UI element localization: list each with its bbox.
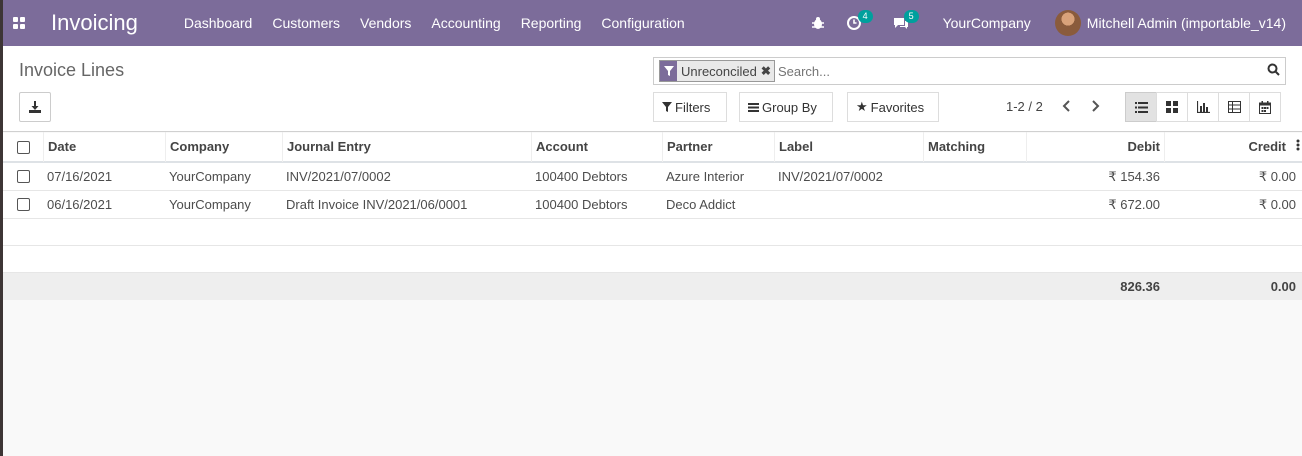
search-bar: Unreconciled ✖ <box>653 57 1286 85</box>
export-download-button[interactable] <box>19 92 51 122</box>
top-navbar: Invoicing Dashboard Customers Vendors Ac… <box>3 0 1302 46</box>
column-header-credit: Credit <box>1164 132 1300 162</box>
activity-count-badge: 4 <box>857 10 873 23</box>
menu-accounting[interactable]: Accounting <box>431 15 500 31</box>
menu-configuration[interactable]: Configuration <box>601 15 684 31</box>
favorites-button[interactable]: ★ Favorites <box>847 92 939 122</box>
row-checkbox[interactable] <box>16 198 30 211</box>
favorites-label: Favorites <box>870 99 925 115</box>
cell-date: 06/16/2021 <box>47 197 113 212</box>
kanban-view-button[interactable] <box>1156 92 1188 122</box>
group-by-label: Group By <box>762 99 817 115</box>
search-facet-unreconciled[interactable]: Unreconciled ✖ <box>659 60 775 82</box>
filters-button[interactable]: Filters <box>653 92 727 122</box>
total-debit: 826.36 <box>1120 279 1160 294</box>
activity-clock-icon[interactable]: 4 <box>846 10 873 30</box>
table-row[interactable]: 06/16/2021 YourCompany Draft Invoice INV… <box>3 191 1302 219</box>
debug-bug-icon[interactable] <box>811 16 825 30</box>
column-header-label[interactable]: Label <box>774 132 923 162</box>
user-avatar[interactable] <box>1054 10 1081 36</box>
column-header-account[interactable]: Account <box>531 132 662 162</box>
optional-columns-icon[interactable] <box>1296 132 1300 162</box>
cell-credit: ₹ 0.00 <box>1258 168 1296 184</box>
app-title[interactable]: Invoicing <box>51 10 138 36</box>
empty-row <box>3 219 1302 246</box>
column-header-matching[interactable]: Matching <box>923 132 1026 162</box>
filters-label: Filters <box>675 99 711 115</box>
menu-customers[interactable]: Customers <box>272 15 340 31</box>
group-by-button[interactable]: Group By <box>739 92 833 122</box>
row-checkbox[interactable] <box>16 170 30 183</box>
invoice-lines-table: Date Company Journal Entry Account Partn… <box>3 132 1302 300</box>
calendar-icon <box>1259 100 1271 114</box>
control-panel: Invoice Lines Unreconciled ✖ Filters Gro… <box>3 46 1302 132</box>
list-view-button[interactable] <box>1125 92 1157 122</box>
column-header-partner[interactable]: Partner <box>662 132 774 162</box>
calendar-view-button[interactable] <box>1249 92 1281 122</box>
cell-date: 07/16/2021 <box>47 169 113 184</box>
search-icon[interactable] <box>1267 63 1280 79</box>
menu-dashboard[interactable]: Dashboard <box>184 15 253 31</box>
filter-icon <box>662 102 672 112</box>
window-edge <box>0 0 3 456</box>
message-count-badge: 5 <box>903 10 919 23</box>
column-header-journal-entry[interactable]: Journal Entry <box>282 132 531 162</box>
column-header-debit[interactable]: Debit <box>1026 132 1164 162</box>
cell-debit: ₹ 672.00 <box>1108 196 1160 212</box>
empty-row <box>3 246 1302 273</box>
page-title: Invoice Lines <box>19 60 125 80</box>
column-header-date[interactable]: Date <box>43 132 165 162</box>
search-input[interactable] <box>777 63 1248 79</box>
kanban-icon <box>1166 101 1178 113</box>
cell-partner: Azure Interior <box>666 169 745 184</box>
cell-company: YourCompany <box>169 169 251 184</box>
company-switcher[interactable]: YourCompany <box>943 15 1031 31</box>
cell-label: INV/2021/07/0002 <box>778 169 883 184</box>
user-menu[interactable]: Mitchell Admin (importable_v14) <box>1087 15 1286 31</box>
cell-partner: Deco Addict <box>666 197 736 212</box>
systray: 4 5 YourCompany Mitchell Admin (importab… <box>811 0 1302 46</box>
select-all-cell <box>3 132 43 162</box>
table-row[interactable]: 07/16/2021 YourCompany INV/2021/07/0002 … <box>3 163 1302 191</box>
cell-journal-entry: INV/2021/07/0002 <box>286 169 391 184</box>
pager-previous-icon[interactable] <box>1062 99 1072 115</box>
cell-account: 100400 Debtors <box>535 197 628 212</box>
facet-label: Unreconciled <box>681 63 757 79</box>
bars-icon <box>748 103 759 112</box>
table-header: Date Company Journal Entry Account Partn… <box>3 132 1302 163</box>
cell-account: 100400 Debtors <box>535 169 628 184</box>
list-icon <box>1134 101 1148 113</box>
pivot-view-button[interactable] <box>1218 92 1250 122</box>
cell-company: YourCompany <box>169 197 251 212</box>
messages-chat-icon[interactable]: 5 <box>893 10 919 30</box>
cell-journal-entry: Draft Invoice INV/2021/06/0001 <box>286 197 468 212</box>
view-switcher <box>1125 92 1281 122</box>
pager-next-icon[interactable] <box>1090 99 1100 115</box>
download-icon <box>29 101 41 113</box>
graph-view-button[interactable] <box>1187 92 1219 122</box>
main-menu: Dashboard Customers Vendors Accounting R… <box>184 15 705 31</box>
filter-icon <box>660 61 677 81</box>
apps-menu-icon[interactable] <box>3 17 35 29</box>
facet-remove-icon[interactable]: ✖ <box>761 64 774 78</box>
column-header-credit-label[interactable]: Credit <box>1248 132 1286 162</box>
table-footer-totals: 826.36 0.00 <box>3 273 1302 300</box>
bar-chart-icon <box>1196 101 1210 113</box>
select-all-checkbox[interactable] <box>16 140 30 154</box>
total-credit: 0.00 <box>1270 279 1296 294</box>
cell-debit: ₹ 154.36 <box>1108 168 1160 184</box>
pager-value[interactable]: 1-2 / 2 <box>1006 99 1043 114</box>
row-select-cell <box>3 198 43 211</box>
menu-reporting[interactable]: Reporting <box>521 15 582 31</box>
column-header-company[interactable]: Company <box>165 132 282 162</box>
row-select-cell <box>3 170 43 183</box>
star-icon: ★ <box>856 99 868 114</box>
cell-credit: ₹ 0.00 <box>1258 196 1296 212</box>
table-icon <box>1227 101 1241 113</box>
menu-vendors[interactable]: Vendors <box>360 15 411 31</box>
